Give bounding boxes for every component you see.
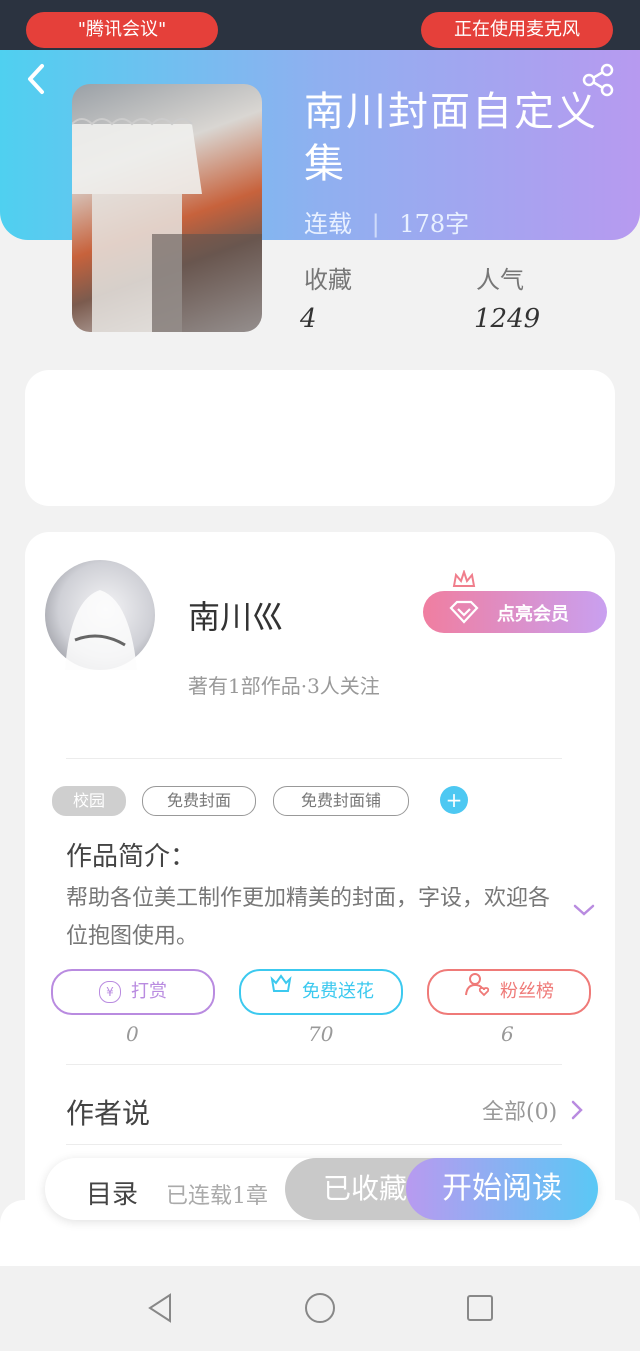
- fan-count: 6: [501, 1022, 514, 1046]
- all-link-label: 全部(0): [482, 1100, 558, 1125]
- fan-ranking-button[interactable]: 粉丝榜: [427, 969, 591, 1015]
- chevron-right-icon: [570, 1099, 584, 1127]
- send-flower-label: 免费送花: [302, 981, 374, 1002]
- vip-button-label: 点亮会员: [497, 604, 569, 625]
- favorites-value: 4: [300, 304, 317, 334]
- chevron-down-icon[interactable]: [572, 900, 596, 920]
- cover-image[interactable]: [72, 84, 262, 332]
- yen-icon: ¥: [99, 981, 121, 1003]
- user-heart-icon: [464, 971, 492, 1013]
- toc-chapter-status: 已连载1章: [166, 1184, 268, 1209]
- start-reading-button[interactable]: 开始阅读: [406, 1158, 598, 1220]
- author-says-all-link[interactable]: 全部(0): [482, 1094, 584, 1127]
- tag-free-cover[interactable]: 免费封面: [142, 786, 256, 816]
- vip-button[interactable]: 点亮会员: [423, 591, 607, 633]
- word-count: 178字: [399, 210, 470, 238]
- diamond-icon: [449, 600, 479, 628]
- separator: |: [371, 210, 380, 238]
- send-flower-button[interactable]: 免费送花: [239, 969, 403, 1015]
- tip-button[interactable]: ¥ 打赏: [51, 969, 215, 1015]
- favorites-label: 收藏: [304, 266, 352, 294]
- nav-recents-icon[interactable]: [466, 1294, 494, 1326]
- meeting-app-pill[interactable]: "腾讯会议": [26, 12, 218, 48]
- work-title: 南川封面自定义集: [304, 89, 598, 187]
- divider: [66, 1064, 562, 1065]
- tag-free-cover-shop[interactable]: 免费封面铺: [273, 786, 409, 816]
- popularity-value: 1249: [474, 304, 541, 334]
- back-icon[interactable]: [20, 62, 54, 96]
- flower-icon: [268, 971, 294, 1013]
- fan-ranking-label: 粉丝榜: [500, 981, 554, 1002]
- tip-button-label: 打赏: [131, 981, 167, 1002]
- add-tag-button[interactable]: +: [440, 786, 468, 814]
- author-name[interactable]: 南川巛: [188, 592, 284, 638]
- intro-text: 帮助各位美工制作更加精美的封面，字设，欢迎各位抱图使用。: [66, 886, 551, 949]
- nav-back-icon[interactable]: [146, 1292, 174, 1328]
- author-says-title: 作者说: [66, 1097, 151, 1130]
- crown-icon: [452, 568, 476, 590]
- intro-title: 作品简介：: [66, 842, 197, 872]
- serial-status: 连载: [304, 210, 352, 238]
- work-subline: 连载 | 178字: [304, 204, 469, 239]
- popularity-label: 人气: [476, 266, 524, 294]
- flower-count: 70: [308, 1022, 334, 1046]
- mic-in-use-pill[interactable]: 正在使用麦克风: [421, 12, 613, 48]
- toc-button[interactable]: 目录: [86, 1174, 138, 1211]
- author-meta: 著有1部作品·3人关注: [188, 674, 380, 698]
- divider: [66, 1144, 562, 1145]
- author-avatar[interactable]: [45, 560, 155, 670]
- tag-campus[interactable]: 校园: [52, 786, 126, 816]
- tip-count: 0: [126, 1022, 139, 1046]
- nav-home-icon[interactable]: [304, 1292, 336, 1328]
- blank-card: [25, 370, 615, 506]
- divider: [66, 758, 562, 759]
